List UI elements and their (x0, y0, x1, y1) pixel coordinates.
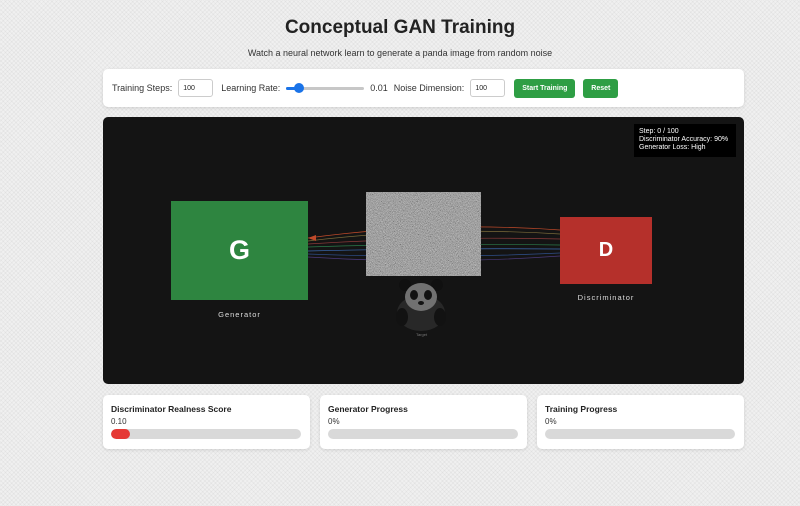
arrow-head-icon (308, 235, 316, 241)
random-noise-image (366, 192, 481, 276)
noise-dimension-input[interactable] (470, 79, 506, 97)
metric-value: 0.10 (111, 417, 127, 426)
metric-value: 0% (328, 417, 340, 426)
discriminator-box: D (560, 217, 652, 284)
generator-label: Generator (218, 310, 261, 319)
metric-value: 0% (545, 417, 557, 426)
gan-visualization-canvas: G Generator D Discriminator Target Step:… (103, 117, 744, 384)
learning-rate-value: 0.01 (370, 83, 388, 93)
realness-score-card: Discriminator Realness Score 0.10 (103, 395, 310, 449)
metric-title: Discriminator Realness Score (111, 404, 232, 414)
noise-dimension-label: Noise Dimension: (393, 83, 465, 93)
step-counter: Step: 0 / 100 (639, 128, 679, 135)
training-steps-input[interactable] (178, 79, 214, 97)
training-progress-card: Training Progress 0% (537, 395, 744, 449)
generator-progress-card: Generator Progress 0% (320, 395, 527, 449)
slider-thumb[interactable] (294, 83, 305, 93)
progress-bar (111, 429, 301, 439)
controls-panel: Training Steps: Learning Rate: 0.01 Nois… (103, 69, 744, 107)
training-steps-label: Training Steps: (112, 83, 173, 93)
start-training-button[interactable]: Start Training (514, 78, 576, 98)
learning-rate-label: Learning Rate: (221, 83, 281, 93)
training-stats-overlay: Step: 0 / 100 Discriminator Accuracy: 90… (634, 124, 736, 157)
generator-loss: Generator Loss: High (639, 144, 706, 151)
generator-box: G (171, 201, 308, 300)
panda-target-image (396, 279, 446, 331)
page-subtitle: Watch a neural network learn to generate… (247, 48, 553, 58)
learning-rate-slider[interactable] (286, 82, 365, 94)
discriminator-label: Discriminator (577, 293, 635, 302)
metric-title: Training Progress (545, 404, 618, 414)
page-title: Conceptual GAN Training (284, 17, 516, 38)
reset-button[interactable]: Reset (583, 78, 619, 98)
progress-bar (328, 429, 518, 439)
panda-caption: Target (416, 332, 428, 337)
discriminator-accuracy: Discriminator Accuracy: 90% (639, 136, 729, 143)
progress-bar (545, 429, 735, 439)
metric-title: Generator Progress (328, 404, 408, 414)
progress-bar-fill (111, 429, 130, 439)
